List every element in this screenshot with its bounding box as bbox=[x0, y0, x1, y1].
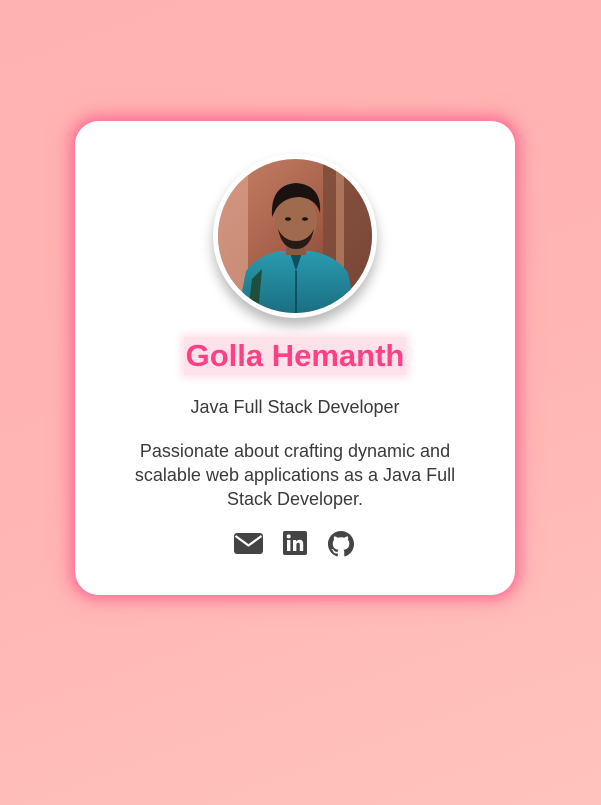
avatar-frame bbox=[213, 154, 377, 318]
profile-bio: Passionate about crafting dynamic and sc… bbox=[134, 441, 456, 509]
social-links bbox=[75, 531, 515, 559]
github-link[interactable] bbox=[328, 531, 354, 562]
github-icon bbox=[328, 531, 354, 557]
profile-photo bbox=[218, 159, 372, 313]
linkedin-link[interactable] bbox=[283, 531, 307, 560]
profile-card: Golla Hemanth Java Full Stack Developer … bbox=[75, 121, 515, 595]
envelope-icon bbox=[234, 533, 263, 554]
profile-name-text: Golla Hemanth bbox=[183, 337, 407, 375]
avatar bbox=[218, 159, 372, 313]
linkedin-icon bbox=[283, 531, 307, 555]
profile-name: Golla Hemanth bbox=[75, 337, 515, 375]
email-link[interactable] bbox=[234, 531, 263, 560]
profile-role: Java Full Stack Developer bbox=[190, 397, 400, 417]
